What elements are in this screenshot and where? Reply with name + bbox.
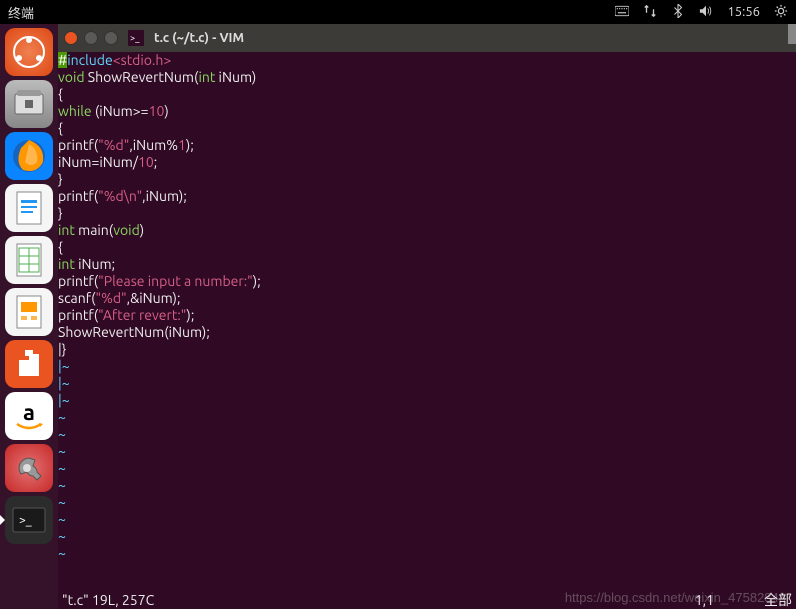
network-icon[interactable]: [643, 4, 657, 21]
window-title: t.c (~/t.c) - VIM: [154, 31, 244, 45]
volume-icon[interactable]: [699, 4, 713, 21]
window-minimize-button[interactable]: [84, 31, 98, 45]
window-titlebar: >_ t.c (~/t.c) - VIM: [58, 24, 796, 52]
calc-icon[interactable]: [5, 236, 53, 284]
vim-editor[interactable]: #include<stdio.h> void ShowRevertNum(int…: [58, 52, 796, 609]
unity-launcher: a >_: [0, 24, 58, 609]
watermark: https://blog.csdn.net/weixin_47582848: [565, 590, 786, 605]
impress-icon[interactable]: [5, 288, 53, 336]
software-icon[interactable]: [5, 340, 53, 388]
code-content: #include<stdio.h> void ShowRevertNum(int…: [58, 52, 796, 562]
gear-icon[interactable]: [774, 4, 788, 21]
firefox-icon[interactable]: [5, 132, 53, 180]
svg-text:>_: >_: [19, 514, 32, 527]
status-file: "t.c" 19L, 257C: [62, 592, 154, 609]
terminal-icon[interactable]: >_: [5, 496, 53, 544]
window-close-button[interactable]: [64, 31, 78, 45]
terminal-window-icon: >_: [128, 30, 144, 46]
files-icon[interactable]: [5, 80, 53, 128]
bluetooth-icon[interactable]: [671, 4, 685, 21]
menubar: 终端 15:56: [0, 0, 796, 24]
writer-icon[interactable]: [5, 184, 53, 232]
dash-icon[interactable]: [5, 28, 53, 76]
svg-text:>_: >_: [130, 33, 140, 43]
settings-icon[interactable]: [5, 444, 53, 492]
desktop-scrollbar[interactable]: [788, 24, 796, 44]
keyboard-icon[interactable]: [615, 4, 629, 21]
clock[interactable]: 15:56: [727, 5, 760, 19]
amazon-icon[interactable]: a: [5, 392, 53, 440]
svg-text:a: a: [23, 400, 35, 425]
app-menu-title[interactable]: 终端: [8, 3, 34, 22]
window-maximize-button[interactable]: [104, 31, 118, 45]
